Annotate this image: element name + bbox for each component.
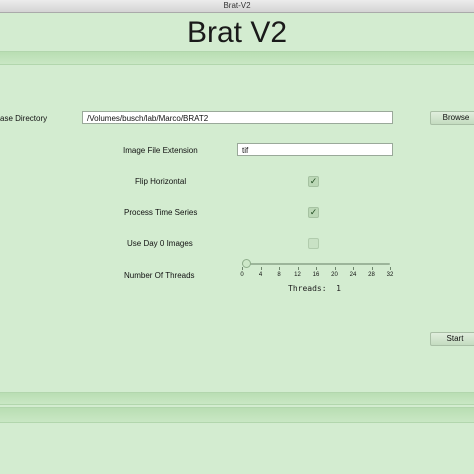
slider-tick-label: 24 (349, 272, 357, 278)
process-time-series-checkbox[interactable]: ✓ (308, 207, 319, 218)
threads-label: Number Of Threads (124, 271, 195, 280)
footer-band-1 (0, 392, 474, 405)
window-title: Brat-V2 (223, 1, 251, 10)
slider-tick-mark (297, 267, 299, 270)
slider-tick-mark (260, 267, 262, 270)
base-directory-field[interactable]: /Volumes/busch/lab/Marco/BRAT2 (82, 111, 393, 124)
base-directory-label: ase Directory (0, 114, 48, 123)
slider-tick-mark (390, 267, 391, 270)
app-title: Brat V2 (186, 16, 288, 49)
footer-band-2 (0, 407, 474, 423)
slider-tick-mark (334, 267, 336, 270)
checkmark-icon: ✓ (309, 176, 318, 186)
slider-tick-label: 12 (294, 272, 301, 278)
header-band (0, 51, 474, 65)
slider-tick-label: 16 (312, 272, 320, 278)
slider-tick-mark (371, 267, 373, 270)
slider-tick-label: 28 (368, 272, 375, 278)
slider-tick-mark (279, 267, 280, 270)
slider-tick-label: 0 (240, 272, 244, 278)
slider-tick-label: 20 (331, 272, 338, 278)
window-titlebar: Brat-V2 (0, 0, 474, 13)
threads-readout: Threads: 1 (288, 284, 341, 293)
threads-slider-thumb[interactable] (242, 259, 252, 268)
browse-button[interactable]: Browse (430, 111, 474, 125)
process-time-series-label: Process Time Series (124, 208, 198, 217)
slider-tick-mark (242, 267, 243, 270)
checkmark-icon: ✓ (309, 207, 318, 217)
slider-tick-label: 8 (277, 272, 281, 278)
flip-horizontal-checkbox[interactable]: ✓ (308, 176, 319, 187)
image-extension-label: Image File Extension (123, 146, 198, 155)
threads-readout-value: 1 (336, 284, 341, 293)
use-day0-checkbox[interactable] (308, 238, 319, 249)
slider-tick-label: 32 (386, 272, 394, 278)
slider-tick-label: 4 (258, 272, 263, 278)
slider-tick-mark (316, 267, 317, 270)
flip-horizontal-label: Flip Horizontal (135, 177, 187, 186)
start-button[interactable]: Start (430, 332, 474, 346)
threads-readout-label: Threads: (288, 284, 327, 293)
image-extension-field[interactable]: tif (237, 143, 393, 156)
slider-tick-mark (353, 267, 354, 270)
threads-slider-track[interactable] (242, 263, 390, 265)
use-day0-label: Use Day 0 Images (127, 239, 193, 248)
